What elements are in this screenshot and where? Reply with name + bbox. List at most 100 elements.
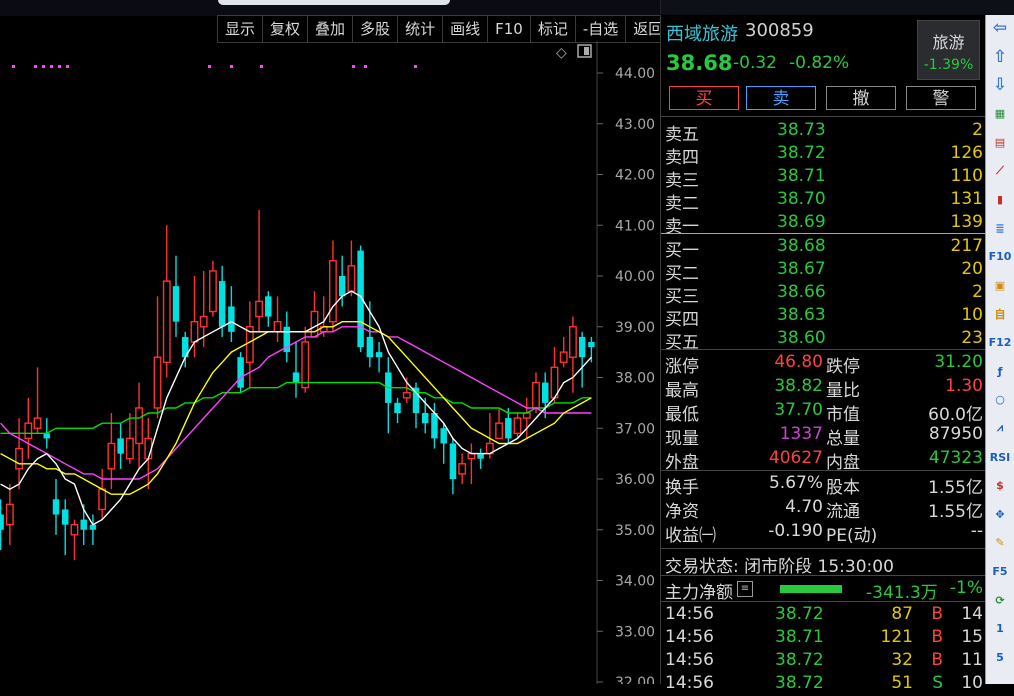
candle-body (402, 392, 411, 399)
y-tick-label: 34.00 (615, 574, 655, 590)
quotes_right-row: 量比 1.30 (826, 376, 983, 401)
tick-price: 38.72 (775, 604, 824, 624)
quotes_right-row: 市值 60.0亿 (826, 400, 983, 425)
num-1-icon[interactable]: 1 (989, 619, 1011, 639)
top-panel-strip (660, 0, 1014, 14)
candle-body (117, 438, 124, 454)
tick-price: 38.72 (775, 650, 824, 670)
fund_right-value: -- (970, 521, 983, 541)
list-icon[interactable]: ≡ (737, 581, 753, 597)
fund_right-row: PE(动) -- (826, 521, 983, 546)
quotes_left-row: 最低 37.70 (665, 400, 823, 425)
quotes_left-value: 46.80 (774, 352, 823, 372)
asks-price: 38.73 (777, 120, 826, 140)
buy-button[interactable]: 买 (669, 86, 739, 110)
candle-body (15, 447, 24, 470)
quotes_left-value: 38.82 (774, 376, 823, 396)
candle-body (394, 402, 401, 414)
quotes_right-label: 量比 (826, 381, 860, 401)
bids-price: 38.63 (777, 305, 826, 325)
bids-label: 买三 (665, 287, 699, 307)
f10-icon[interactable]: F10 (989, 247, 1012, 267)
table-icon[interactable]: ▤ (989, 132, 1011, 152)
bids-volume: 2 (972, 282, 983, 302)
asks-label: 卖五 (665, 125, 699, 145)
bids-volume: 217 (950, 236, 983, 256)
toolbar-button-4[interactable]: 统计 (397, 16, 442, 42)
candle-body (568, 326, 577, 358)
candle-body (144, 437, 153, 460)
quotes_right-value: 1.30 (945, 376, 983, 396)
toolbar-button-8[interactable]: -自选 (574, 16, 625, 42)
candle-body (440, 428, 447, 444)
toolbar-button-1[interactable]: 复权 (262, 16, 307, 42)
arrow-up-icon[interactable]: ⇧ (989, 47, 1011, 67)
quotes_right-row: 总量 87950 (826, 424, 983, 449)
candle-body (190, 320, 199, 343)
quotes_left-row: 外盘 40627 (665, 448, 823, 473)
list-icon[interactable]: ≣ (989, 218, 1011, 238)
tick-price: 38.72 (775, 673, 824, 693)
tick-row: 14:56 38.71 121 B 15 (665, 627, 983, 650)
tick-count: 14 (961, 604, 983, 624)
tick-time: 14:56 (665, 673, 714, 693)
toolbar-button-2[interactable]: 叠加 (307, 16, 352, 42)
line-chart-icon[interactable]: ⟋ (989, 161, 1011, 181)
news-icon[interactable]: ▣ (989, 275, 1011, 295)
fund_left-row: 收益㈠ -0.190 (665, 521, 823, 546)
num-5-icon[interactable]: 5 (989, 647, 1011, 667)
toolbar-button-0[interactable]: 显示 (217, 16, 262, 42)
formula-icon[interactable]: ƒ (989, 361, 1011, 381)
pen-icon[interactable]: ✎ (989, 533, 1011, 553)
arrow-left-icon[interactable]: ⇦ (989, 18, 1011, 38)
candle-body (559, 351, 568, 363)
candle-body (153, 356, 162, 409)
move-icon[interactable]: ✥ (989, 504, 1011, 524)
candle-body (467, 452, 476, 460)
fund_right-row: 股本 1.55亿 (826, 473, 983, 498)
candle-body (0, 514, 4, 530)
asks-volume: 139 (950, 212, 983, 232)
candle-body (24, 422, 33, 440)
kline-chart[interactable]: 44.00 43.00 42.00 41.00 40.00 39.00 38.00 37.00… (0, 41, 660, 684)
asks-row: 卖五 38.73 2 (665, 120, 983, 145)
alert-button[interactable]: 警 (906, 86, 976, 110)
grid-chart-icon[interactable]: ▦ (989, 104, 1011, 124)
asks-row: 卖四 38.72 126 (665, 143, 983, 168)
toolbar-button-7[interactable]: 标记 (529, 16, 575, 42)
candle-body (208, 270, 217, 313)
rsi-icon[interactable]: RSI (989, 447, 1011, 467)
sector-box[interactable]: 旅游 -1.39% (917, 20, 980, 80)
y-tick-label: 44.00 (615, 66, 655, 82)
money-icon[interactable]: $ (989, 476, 1011, 496)
fund_right-label: PE(动) (826, 526, 878, 546)
candle-body (255, 300, 264, 318)
candle-body (218, 281, 226, 327)
cancel-order-button[interactable]: 撤 (826, 86, 896, 110)
ma5-line (0, 290, 592, 526)
price-change: -0.32 (733, 53, 777, 73)
candle-body (172, 286, 180, 322)
sell-button[interactable]: 卖 (746, 86, 816, 110)
signal-marker (50, 65, 53, 68)
arrow-down-icon[interactable]: ⇩ (989, 75, 1011, 95)
fund_right-value: 1.55亿 (928, 502, 983, 522)
asks-volume: 126 (950, 143, 983, 163)
refresh-icon[interactable]: ⟳ (989, 590, 1011, 610)
candle-body (80, 519, 87, 530)
toolbar-button-3[interactable]: 多股 (352, 16, 397, 42)
y-tick-label: 38.00 (615, 371, 655, 387)
toolbar-button-6[interactable]: F10 (487, 16, 530, 42)
toolbar-button-5[interactable]: 画线 (442, 16, 487, 42)
bids-price: 38.68 (777, 236, 826, 256)
indicator-icon[interactable]: ⩘ (989, 418, 1011, 438)
f5-icon[interactable]: F5 (989, 561, 1011, 581)
quotes_right-row: 内盘 47323 (826, 448, 983, 473)
main-flow-row: 主力净额 ≡ -341.3万 -1% (665, 578, 983, 603)
candle-icon[interactable]: ▮ (989, 190, 1011, 210)
f12-icon[interactable]: F12 (989, 333, 1012, 353)
circle-icon[interactable]: ○ (989, 390, 1011, 410)
self-select-icon[interactable]: 自 (989, 304, 1011, 324)
asks-price: 38.72 (777, 143, 826, 163)
tick-count: 10 (961, 673, 983, 693)
